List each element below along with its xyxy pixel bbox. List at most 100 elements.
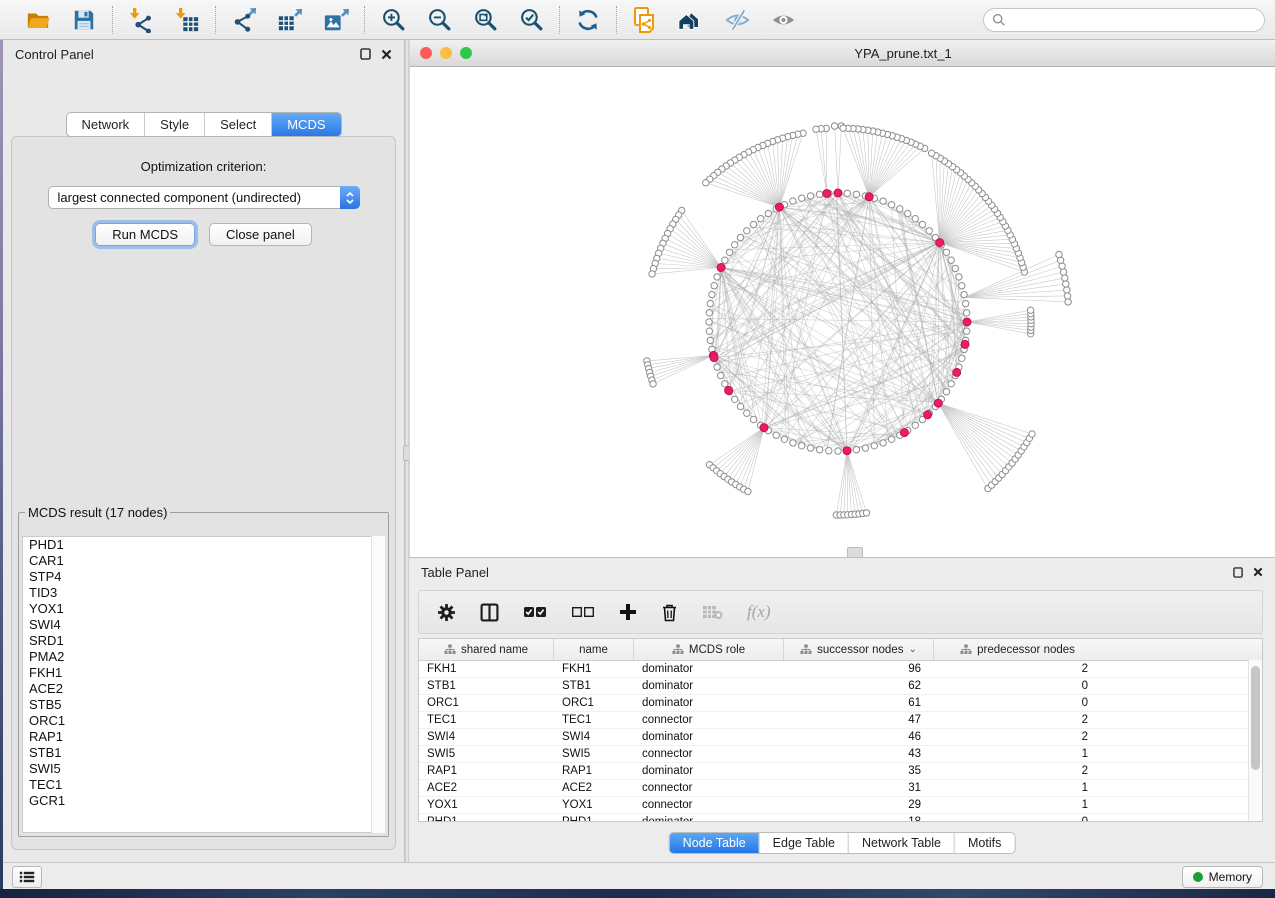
cell-shared-name[interactable]: TEC1 [419, 714, 554, 726]
mcds-result-item[interactable]: SWI5 [23, 761, 384, 777]
cell-name[interactable]: SWI4 [554, 731, 634, 743]
cell-predecessor-nodes[interactable]: 1 [934, 782, 1101, 794]
table-tab[interactable]: Motifs [955, 833, 1014, 853]
cell-successor-nodes[interactable]: 62 [784, 680, 934, 692]
traffic-light-zoom[interactable] [460, 47, 472, 59]
mcds-result-item[interactable]: SRD1 [23, 633, 384, 649]
column-header-mcds-role[interactable]: MCDS role [634, 639, 784, 660]
zoom-selected-button[interactable] [516, 5, 546, 35]
cell-predecessor-nodes[interactable]: 2 [934, 714, 1101, 726]
cell-predecessor-nodes[interactable]: 0 [934, 816, 1101, 822]
mcds-result-item[interactable]: ORC1 [23, 713, 384, 729]
mcds-result-item[interactable]: TID3 [23, 585, 384, 601]
cell-shared-name[interactable]: SWI4 [419, 731, 554, 743]
float-panel-icon[interactable] [1233, 567, 1243, 578]
delete-table-button table-x-icon[interactable] [702, 604, 723, 620]
show-all-button[interactable] [768, 5, 798, 35]
mcds-result-item[interactable]: GCR1 [23, 793, 384, 809]
mcds-result-item[interactable]: STB5 [23, 697, 384, 713]
float-panel-icon[interactable] [360, 48, 371, 60]
cell-mcds-role[interactable]: connector [634, 748, 784, 760]
cell-successor-nodes[interactable]: 29 [784, 799, 934, 811]
table-row[interactable]: TEC1 TEC1 connector 47 2 [419, 712, 1262, 729]
import-table-button[interactable] [172, 5, 202, 35]
cell-mcds-role[interactable]: dominator [634, 663, 784, 675]
close-panel-button[interactable]: Close panel [209, 223, 312, 246]
cell-shared-name[interactable]: RAP1 [419, 765, 554, 777]
cell-name[interactable]: ORC1 [554, 697, 634, 709]
table-row[interactable]: FKH1 FKH1 dominator 96 2 [419, 661, 1262, 678]
cell-successor-nodes[interactable]: 35 [784, 765, 934, 777]
cell-shared-name[interactable]: PHD1 [419, 816, 554, 822]
cell-mcds-role[interactable]: dominator [634, 697, 784, 709]
show-columns-button columns-icon[interactable] [480, 603, 499, 622]
cell-shared-name[interactable]: YOX1 [419, 799, 554, 811]
cell-successor-nodes[interactable]: 61 [784, 697, 934, 709]
open-file-button[interactable] [23, 5, 53, 35]
export-table-button[interactable] [275, 5, 305, 35]
cell-mcds-role[interactable]: dominator [634, 731, 784, 743]
cell-name[interactable]: YOX1 [554, 799, 634, 811]
cell-name[interactable]: RAP1 [554, 765, 634, 777]
column-header-name[interactable]: name [554, 639, 634, 660]
table-tab[interactable]: Node Table [670, 833, 760, 853]
cell-successor-nodes[interactable]: 47 [784, 714, 934, 726]
table-scrollbar-thumb[interactable] [1251, 666, 1260, 770]
mcds-result-item[interactable]: CAR1 [23, 553, 384, 569]
search-box[interactable] [983, 8, 1265, 32]
cell-mcds-role[interactable]: connector [634, 714, 784, 726]
mcds-result-item[interactable]: PMA2 [23, 649, 384, 665]
cell-predecessor-nodes[interactable]: 1 [934, 748, 1101, 760]
search-input[interactable] [1012, 11, 1256, 28]
control-panel-tab[interactable]: Select [205, 113, 272, 136]
control-panel-tab[interactable]: Style [145, 113, 205, 136]
function-builder-button fx-icon[interactable]: f(x) [747, 602, 771, 622]
cell-successor-nodes[interactable]: 43 [784, 748, 934, 760]
cell-mcds-role[interactable]: dominator [634, 765, 784, 777]
traffic-light-minimize[interactable] [440, 47, 452, 59]
table-row[interactable]: SWI4 SWI4 dominator 46 2 [419, 729, 1262, 746]
cell-mcds-role[interactable]: dominator [634, 680, 784, 692]
network-canvas[interactable] [410, 67, 1275, 558]
cell-shared-name[interactable]: ACE2 [419, 782, 554, 794]
table-row[interactable]: ACE2 ACE2 connector 31 1 [419, 780, 1262, 797]
cell-predecessor-nodes[interactable]: 0 [934, 680, 1101, 692]
table-row[interactable]: ORC1 ORC1 dominator 61 0 [419, 695, 1262, 712]
mcds-result-item[interactable]: YOX1 [23, 601, 384, 617]
save-button[interactable] [69, 5, 99, 35]
cell-successor-nodes[interactable]: 96 [784, 663, 934, 675]
select-all-columns-button checked-boxes-icon[interactable] [523, 604, 547, 620]
refresh-button[interactable] [573, 5, 603, 35]
cell-name[interactable]: ACE2 [554, 782, 634, 794]
cell-predecessor-nodes[interactable]: 0 [934, 697, 1101, 709]
mcds-result-list[interactable]: PHD1CAR1STP4TID3YOX1SWI4SRD1PMA2FKH1ACE2… [22, 536, 385, 833]
mcds-result-item[interactable]: SWI4 [23, 617, 384, 633]
criterion-select[interactable]: largest connected component (undirected) [48, 186, 360, 209]
control-panel-tab[interactable]: Network [66, 113, 145, 136]
import-network-button[interactable] [126, 5, 156, 35]
table-row[interactable]: SWI5 SWI5 connector 43 1 [419, 746, 1262, 763]
control-panel-tab[interactable]: MCDS [272, 113, 340, 136]
table-row[interactable]: RAP1 RAP1 dominator 35 2 [419, 763, 1262, 780]
table-row[interactable]: YOX1 YOX1 connector 29 1 [419, 797, 1262, 814]
table-options-button gear-icon[interactable] [437, 603, 456, 622]
cell-name[interactable]: SWI5 [554, 748, 634, 760]
column-header-shared-name[interactable]: shared name [419, 639, 554, 660]
cell-name[interactable]: STB1 [554, 680, 634, 692]
table-tab[interactable]: Network Table [849, 833, 955, 853]
mcds-result-item[interactable]: FKH1 [23, 665, 384, 681]
cell-name[interactable]: FKH1 [554, 663, 634, 675]
cell-predecessor-nodes[interactable]: 2 [934, 731, 1101, 743]
table-scrollbar[interactable] [1248, 660, 1262, 821]
mcds-result-item[interactable]: PHD1 [23, 537, 384, 553]
cell-name[interactable]: PHD1 [554, 816, 634, 822]
traffic-light-close[interactable] [420, 47, 432, 59]
mcds-list-scrollbar[interactable] [371, 536, 385, 833]
zoom-in-button[interactable] [378, 5, 408, 35]
first-neighbors-button[interactable] [676, 5, 706, 35]
table-tab[interactable]: Edge Table [760, 833, 849, 853]
run-mcds-button[interactable]: Run MCDS [95, 223, 195, 246]
cell-name[interactable]: TEC1 [554, 714, 634, 726]
deselect-all-columns-button unchecked-boxes-icon[interactable] [571, 604, 595, 620]
mcds-result-item[interactable]: ACE2 [23, 681, 384, 697]
